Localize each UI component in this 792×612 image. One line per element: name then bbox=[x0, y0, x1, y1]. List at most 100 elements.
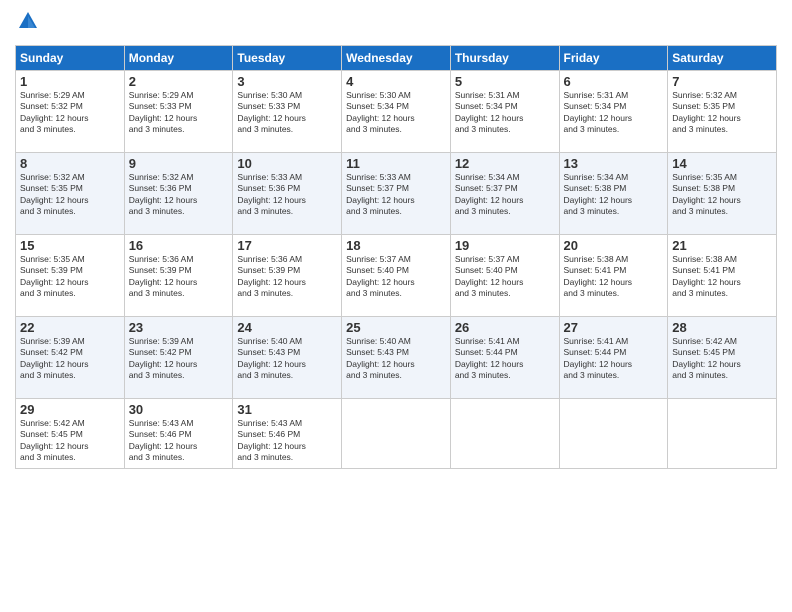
day-number: 22 bbox=[20, 320, 120, 335]
day-number: 7 bbox=[672, 74, 772, 89]
calendar-cell: 15 Sunrise: 5:35 AMSunset: 5:39 PMDaylig… bbox=[16, 234, 125, 316]
day-number: 20 bbox=[564, 238, 664, 253]
calendar-cell: 25 Sunrise: 5:40 AMSunset: 5:43 PMDaylig… bbox=[342, 316, 451, 398]
calendar-cell: 27 Sunrise: 5:41 AMSunset: 5:44 PMDaylig… bbox=[559, 316, 668, 398]
calendar-cell: 28 Sunrise: 5:42 AMSunset: 5:45 PMDaylig… bbox=[668, 316, 777, 398]
day-number: 8 bbox=[20, 156, 120, 171]
day-number: 4 bbox=[346, 74, 446, 89]
day-info: Sunrise: 5:43 AMSunset: 5:46 PMDaylight:… bbox=[237, 418, 306, 462]
day-info: Sunrise: 5:41 AMSunset: 5:44 PMDaylight:… bbox=[455, 336, 524, 380]
calendar-cell bbox=[342, 398, 451, 468]
day-info: Sunrise: 5:29 AMSunset: 5:32 PMDaylight:… bbox=[20, 90, 89, 134]
day-info: Sunrise: 5:36 AMSunset: 5:39 PMDaylight:… bbox=[237, 254, 306, 298]
day-info: Sunrise: 5:40 AMSunset: 5:43 PMDaylight:… bbox=[346, 336, 415, 380]
calendar-cell: 13 Sunrise: 5:34 AMSunset: 5:38 PMDaylig… bbox=[559, 152, 668, 234]
calendar-cell: 7 Sunrise: 5:32 AMSunset: 5:35 PMDayligh… bbox=[668, 70, 777, 152]
day-info: Sunrise: 5:30 AMSunset: 5:34 PMDaylight:… bbox=[346, 90, 415, 134]
day-number: 13 bbox=[564, 156, 664, 171]
calendar-cell: 16 Sunrise: 5:36 AMSunset: 5:39 PMDaylig… bbox=[124, 234, 233, 316]
day-info: Sunrise: 5:41 AMSunset: 5:44 PMDaylight:… bbox=[564, 336, 633, 380]
header-saturday: Saturday bbox=[668, 45, 777, 70]
day-info: Sunrise: 5:36 AMSunset: 5:39 PMDaylight:… bbox=[129, 254, 198, 298]
calendar-cell: 20 Sunrise: 5:38 AMSunset: 5:41 PMDaylig… bbox=[559, 234, 668, 316]
calendar-cell bbox=[668, 398, 777, 468]
calendar-cell bbox=[559, 398, 668, 468]
week-row-2: 8 Sunrise: 5:32 AMSunset: 5:35 PMDayligh… bbox=[16, 152, 777, 234]
day-number: 15 bbox=[20, 238, 120, 253]
header-sunday: Sunday bbox=[16, 45, 125, 70]
week-row-5: 29 Sunrise: 5:42 AMSunset: 5:45 PMDaylig… bbox=[16, 398, 777, 468]
calendar-cell: 14 Sunrise: 5:35 AMSunset: 5:38 PMDaylig… bbox=[668, 152, 777, 234]
day-info: Sunrise: 5:34 AMSunset: 5:37 PMDaylight:… bbox=[455, 172, 524, 216]
calendar-cell: 19 Sunrise: 5:37 AMSunset: 5:40 PMDaylig… bbox=[450, 234, 559, 316]
day-number: 17 bbox=[237, 238, 337, 253]
day-number: 9 bbox=[129, 156, 229, 171]
day-info: Sunrise: 5:29 AMSunset: 5:33 PMDaylight:… bbox=[129, 90, 198, 134]
logo bbox=[15, 10, 39, 37]
day-number: 18 bbox=[346, 238, 446, 253]
calendar-cell: 1 Sunrise: 5:29 AMSunset: 5:32 PMDayligh… bbox=[16, 70, 125, 152]
day-info: Sunrise: 5:31 AMSunset: 5:34 PMDaylight:… bbox=[564, 90, 633, 134]
day-info: Sunrise: 5:37 AMSunset: 5:40 PMDaylight:… bbox=[346, 254, 415, 298]
calendar-table: SundayMondayTuesdayWednesdayThursdayFrid… bbox=[15, 45, 777, 469]
week-row-4: 22 Sunrise: 5:39 AMSunset: 5:42 PMDaylig… bbox=[16, 316, 777, 398]
header-thursday: Thursday bbox=[450, 45, 559, 70]
calendar-cell: 18 Sunrise: 5:37 AMSunset: 5:40 PMDaylig… bbox=[342, 234, 451, 316]
calendar-cell: 31 Sunrise: 5:43 AMSunset: 5:46 PMDaylig… bbox=[233, 398, 342, 468]
calendar-cell bbox=[450, 398, 559, 468]
calendar-cell: 5 Sunrise: 5:31 AMSunset: 5:34 PMDayligh… bbox=[450, 70, 559, 152]
day-info: Sunrise: 5:37 AMSunset: 5:40 PMDaylight:… bbox=[455, 254, 524, 298]
day-number: 30 bbox=[129, 402, 229, 417]
header-monday: Monday bbox=[124, 45, 233, 70]
day-info: Sunrise: 5:40 AMSunset: 5:43 PMDaylight:… bbox=[237, 336, 306, 380]
calendar-cell: 2 Sunrise: 5:29 AMSunset: 5:33 PMDayligh… bbox=[124, 70, 233, 152]
calendar-cell: 11 Sunrise: 5:33 AMSunset: 5:37 PMDaylig… bbox=[342, 152, 451, 234]
day-info: Sunrise: 5:38 AMSunset: 5:41 PMDaylight:… bbox=[564, 254, 633, 298]
day-number: 11 bbox=[346, 156, 446, 171]
day-number: 26 bbox=[455, 320, 555, 335]
header-row: SundayMondayTuesdayWednesdayThursdayFrid… bbox=[16, 45, 777, 70]
calendar-container: SundayMondayTuesdayWednesdayThursdayFrid… bbox=[0, 0, 792, 612]
header-friday: Friday bbox=[559, 45, 668, 70]
day-number: 1 bbox=[20, 74, 120, 89]
calendar-cell: 8 Sunrise: 5:32 AMSunset: 5:35 PMDayligh… bbox=[16, 152, 125, 234]
calendar-cell: 26 Sunrise: 5:41 AMSunset: 5:44 PMDaylig… bbox=[450, 316, 559, 398]
header bbox=[15, 10, 777, 37]
day-number: 12 bbox=[455, 156, 555, 171]
day-info: Sunrise: 5:34 AMSunset: 5:38 PMDaylight:… bbox=[564, 172, 633, 216]
calendar-cell: 24 Sunrise: 5:40 AMSunset: 5:43 PMDaylig… bbox=[233, 316, 342, 398]
day-info: Sunrise: 5:32 AMSunset: 5:35 PMDaylight:… bbox=[20, 172, 89, 216]
day-number: 21 bbox=[672, 238, 772, 253]
day-number: 27 bbox=[564, 320, 664, 335]
day-number: 25 bbox=[346, 320, 446, 335]
week-row-3: 15 Sunrise: 5:35 AMSunset: 5:39 PMDaylig… bbox=[16, 234, 777, 316]
logo-text bbox=[15, 10, 39, 37]
day-number: 5 bbox=[455, 74, 555, 89]
day-number: 14 bbox=[672, 156, 772, 171]
calendar-cell: 6 Sunrise: 5:31 AMSunset: 5:34 PMDayligh… bbox=[559, 70, 668, 152]
day-info: Sunrise: 5:35 AMSunset: 5:39 PMDaylight:… bbox=[20, 254, 89, 298]
calendar-cell: 10 Sunrise: 5:33 AMSunset: 5:36 PMDaylig… bbox=[233, 152, 342, 234]
day-number: 6 bbox=[564, 74, 664, 89]
calendar-cell: 3 Sunrise: 5:30 AMSunset: 5:33 PMDayligh… bbox=[233, 70, 342, 152]
day-info: Sunrise: 5:32 AMSunset: 5:35 PMDaylight:… bbox=[672, 90, 741, 134]
day-info: Sunrise: 5:42 AMSunset: 5:45 PMDaylight:… bbox=[672, 336, 741, 380]
day-info: Sunrise: 5:43 AMSunset: 5:46 PMDaylight:… bbox=[129, 418, 198, 462]
day-number: 2 bbox=[129, 74, 229, 89]
header-wednesday: Wednesday bbox=[342, 45, 451, 70]
day-number: 10 bbox=[237, 156, 337, 171]
day-number: 19 bbox=[455, 238, 555, 253]
calendar-cell: 17 Sunrise: 5:36 AMSunset: 5:39 PMDaylig… bbox=[233, 234, 342, 316]
logo-icon bbox=[17, 10, 39, 32]
day-number: 16 bbox=[129, 238, 229, 253]
day-number: 24 bbox=[237, 320, 337, 335]
day-info: Sunrise: 5:33 AMSunset: 5:36 PMDaylight:… bbox=[237, 172, 306, 216]
day-number: 23 bbox=[129, 320, 229, 335]
day-info: Sunrise: 5:39 AMSunset: 5:42 PMDaylight:… bbox=[20, 336, 89, 380]
day-info: Sunrise: 5:33 AMSunset: 5:37 PMDaylight:… bbox=[346, 172, 415, 216]
calendar-cell: 21 Sunrise: 5:38 AMSunset: 5:41 PMDaylig… bbox=[668, 234, 777, 316]
week-row-1: 1 Sunrise: 5:29 AMSunset: 5:32 PMDayligh… bbox=[16, 70, 777, 152]
calendar-cell: 30 Sunrise: 5:43 AMSunset: 5:46 PMDaylig… bbox=[124, 398, 233, 468]
day-number: 3 bbox=[237, 74, 337, 89]
day-number: 31 bbox=[237, 402, 337, 417]
